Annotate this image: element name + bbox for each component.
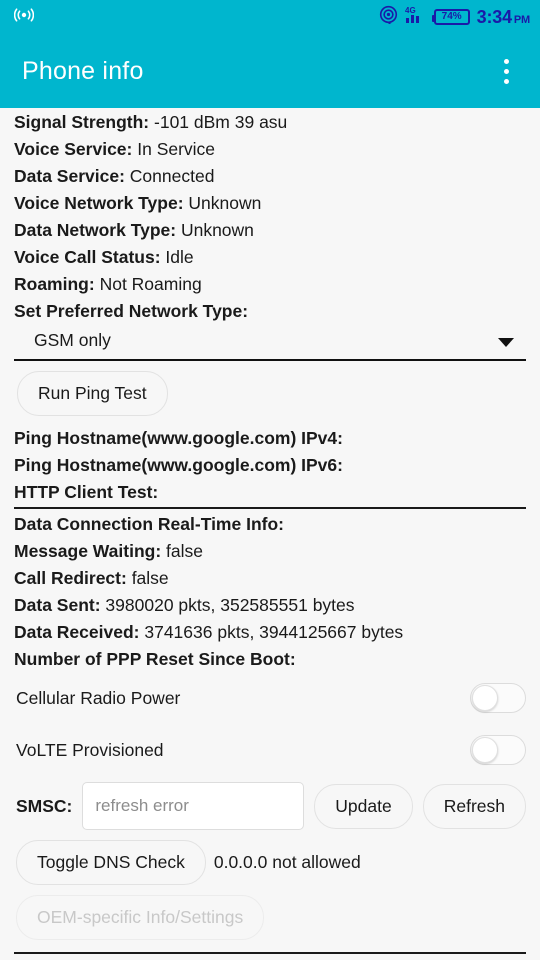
dot-icon <box>503 58 509 64</box>
info-value: false <box>131 568 169 588</box>
cell-info-refresh-rate-label: Cell Info Refresh Rate: <box>14 954 526 960</box>
battery-indicator: 74% <box>431 9 470 25</box>
smsc-input[interactable] <box>82 782 305 830</box>
dot-icon <box>503 68 509 74</box>
info-row-http-client-test: HTTP Client Test: <box>14 478 526 505</box>
info-label: Ping Hostname(www.google.com) IPv4: <box>14 428 343 448</box>
dns-status-message: 0.0.0.0 not allowed <box>213 852 361 872</box>
info-label: Data Received: <box>14 622 140 642</box>
info-row-ping-hostname-ipv4: Ping Hostname(www.google.com) IPv4: <box>14 424 526 451</box>
clock-ampm: PM <box>513 13 530 26</box>
toggle-label: Cellular Radio Power <box>16 687 181 708</box>
toggle-dns-check-button[interactable]: Toggle DNS Check <box>16 840 206 885</box>
oem-settings-row: OEM-specific Info/Settings <box>14 887 526 950</box>
overflow-menu-button[interactable] <box>488 51 524 91</box>
toggle-label: VoLTE Provisioned <box>16 739 164 760</box>
info-row-message-waiting: Message Waiting: false <box>14 537 526 564</box>
info-label: Voice Network Type: <box>14 193 184 213</box>
cell-info-refresh-rate-section: Cell Info Refresh Rate: Disabled wsxdn.c… <box>14 954 526 960</box>
page-title: Phone info <box>22 56 144 85</box>
dot-icon <box>503 78 509 84</box>
info-label: Data Connection Real-Time Info: <box>14 514 284 534</box>
status-bar-right: 4G 74% 3:34 PM <box>379 5 530 29</box>
info-row-ping-hostname-ipv6: Ping Hostname(www.google.com) IPv6: <box>14 451 526 478</box>
info-label: Call Redirect: <box>14 568 127 588</box>
info-value: 3980020 pkts, 352585551 bytes <box>105 595 355 615</box>
info-label: Signal Strength: <box>14 112 150 132</box>
info-row-voice-network-type: Voice Network Type: Unknown <box>14 189 526 216</box>
cast-icon <box>379 5 398 29</box>
info-label: HTTP Client Test: <box>14 482 159 502</box>
signal-4g-icon: 4G <box>405 5 427 29</box>
smsc-update-button[interactable]: Update <box>314 783 413 829</box>
hotspot-broadcast-icon <box>13 7 35 28</box>
toggle-row-volte-provisioned: VoLTE Provisioned <box>14 724 526 776</box>
info-label: Set Preferred Network Type: <box>14 301 249 321</box>
smsc-label: SMSC: <box>16 795 73 816</box>
info-value: Not Roaming <box>99 274 202 294</box>
oem-specific-info-settings-button[interactable]: OEM-specific Info/Settings <box>16 895 265 940</box>
info-label: Voice Service: <box>14 139 133 159</box>
status-bar-clock: 3:34 PM <box>476 6 531 28</box>
spinner-selected-value: GSM only <box>34 330 111 350</box>
smsc-row: SMSC: Update Refresh <box>14 776 526 834</box>
dns-check-row: Toggle DNS Check 0.0.0.0 not allowed <box>14 834 526 887</box>
info-row-data-service: Data Service: Connected <box>14 162 526 189</box>
switch-thumb <box>472 737 498 763</box>
info-row-ppp-reset-count: Number of PPP Reset Since Boot: <box>14 645 526 672</box>
info-label: Voice Call Status: <box>14 247 161 267</box>
toggle-row-cellular-radio-power: Cellular Radio Power <box>14 672 526 724</box>
cellular-radio-power-switch[interactable] <box>470 683 526 713</box>
info-value: 3741636 pkts, 3944125667 bytes <box>144 622 404 642</box>
run-ping-test-row: Run Ping Test <box>14 361 526 424</box>
info-row-voice-call-status: Voice Call Status: Idle <box>14 243 526 270</box>
status-bar: 4G 74% 3:34 PM <box>0 0 540 34</box>
info-label: Data Network Type: <box>14 220 177 240</box>
status-bar-left <box>13 7 35 28</box>
clock-time: 3:34 <box>476 6 512 27</box>
info-row-set-preferred-network-type: Set Preferred Network Type: <box>14 297 526 324</box>
switch-thumb <box>472 685 498 711</box>
info-value: In Service <box>137 139 216 159</box>
info-row-data-sent: Data Sent: 3980020 pkts, 352585551 bytes <box>14 591 526 618</box>
info-value: -101 dBm 39 asu <box>154 112 288 132</box>
info-value: Connected <box>129 166 215 186</box>
info-label: Message Waiting: <box>14 541 162 561</box>
svg-text:4G: 4G <box>405 6 416 15</box>
info-row-roaming: Roaming: Not Roaming <box>14 270 526 297</box>
info-label: Roaming: <box>14 274 95 294</box>
smsc-refresh-button[interactable]: Refresh <box>422 783 526 829</box>
info-row-signal-strength: Signal Strength: -101 dBm 39 asu <box>14 108 526 135</box>
info-value: Unknown <box>180 220 254 240</box>
info-label: Ping Hostname(www.google.com) IPv6: <box>14 455 343 475</box>
data-connection-heading: Data Connection Real-Time Info: <box>14 510 526 537</box>
info-value: Unknown <box>188 193 262 213</box>
info-value: Idle <box>165 247 194 267</box>
info-row-data-received: Data Received: 3741636 pkts, 3944125667 … <box>14 618 526 645</box>
run-ping-test-button[interactable]: Run Ping Test <box>17 371 168 416</box>
battery-percent-label: 74% <box>441 11 462 22</box>
preferred-network-type-spinner[interactable]: GSM only <box>14 326 526 361</box>
chevron-down-icon <box>498 338 514 347</box>
info-label: Data Service: <box>14 166 125 186</box>
info-label: Number of PPP Reset Since Boot: <box>14 649 296 669</box>
info-label: Data Sent: <box>14 595 101 615</box>
app-bar: Phone info <box>0 34 540 108</box>
volte-provisioned-switch[interactable] <box>470 735 526 765</box>
main-content: Signal Strength: -101 dBm 39 asu Voice S… <box>0 108 540 960</box>
info-value: false <box>166 541 203 561</box>
info-row-call-redirect: Call Redirect: false <box>14 564 526 591</box>
info-row-data-network-type: Data Network Type: Unknown <box>14 216 526 243</box>
info-row-voice-service: Voice Service: In Service <box>14 135 526 162</box>
section-divider <box>14 507 526 509</box>
